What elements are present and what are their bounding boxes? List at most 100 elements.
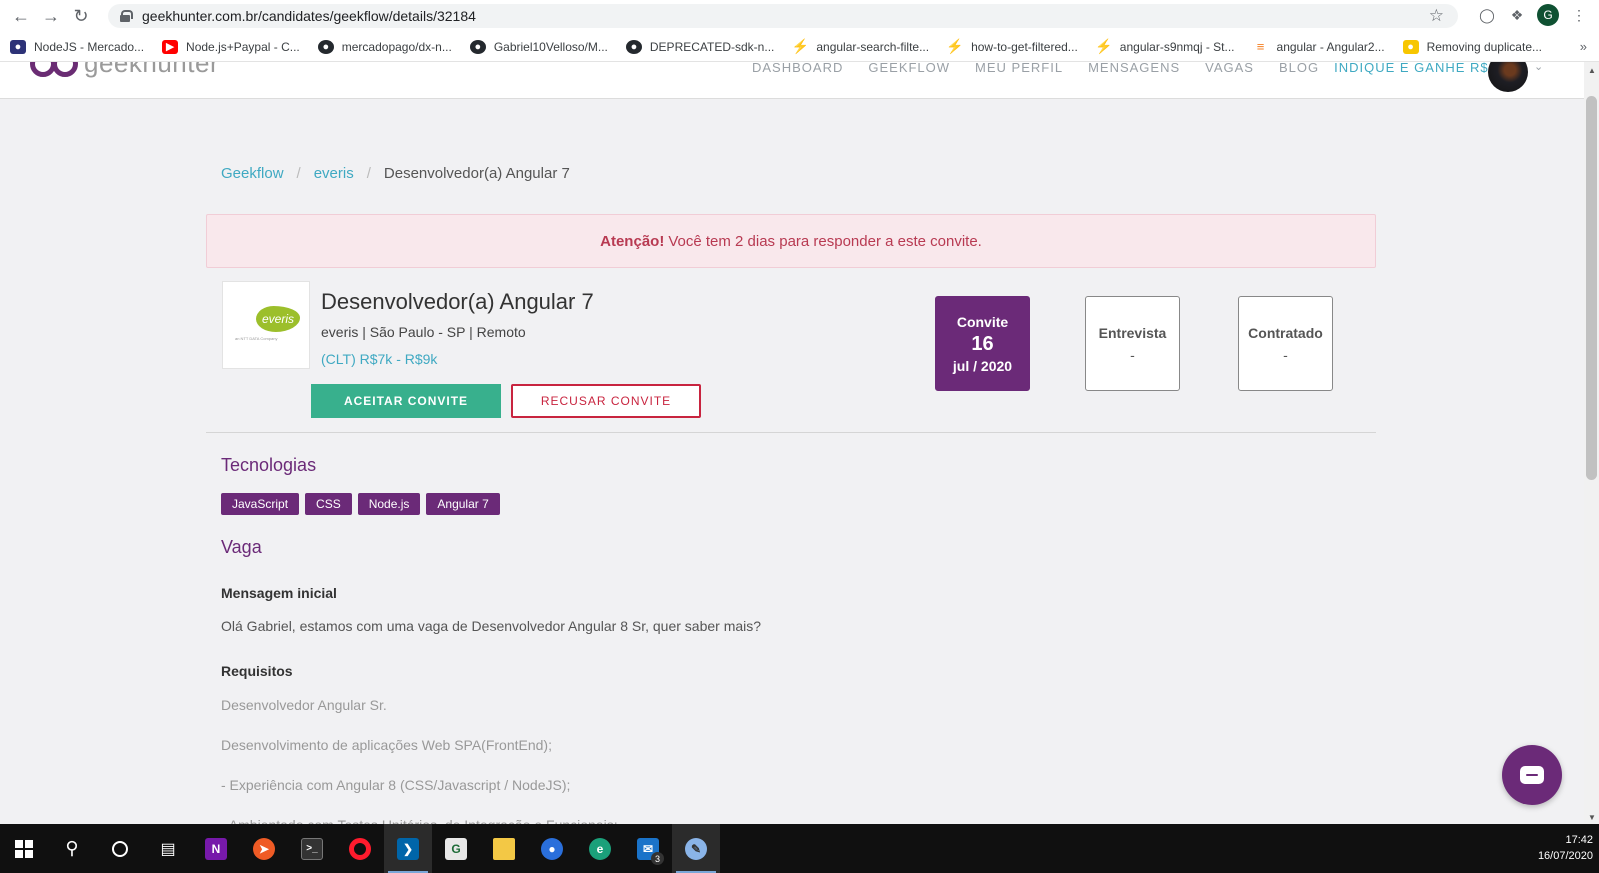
bookmark-item[interactable]: ● Removing duplicate... [1402,39,1542,54]
file-explorer-icon[interactable] [480,824,528,873]
document-icon[interactable]: G [432,824,480,873]
windows-taskbar: ⚲ ▤ N ➤ >_ ❯ G ● e ✉ 3 ✎ 17:42 16/07/202… [0,824,1599,873]
vaga-title: Vaga [221,537,262,557]
breadcrumb-separator: / [366,165,371,182]
mercadolibre-icon: ● [10,39,26,54]
site-header: geekhunter DASHBOARD GEEKFLOW MEU PERFIL… [0,62,1584,99]
tech-tag: Node.js [357,493,421,515]
nav-geekflow[interactable]: GEEKFLOW [868,62,950,75]
edge-icon[interactable]: e [576,824,624,873]
main-nav: DASHBOARD GEEKFLOW MEU PERFIL MENSAGENS … [752,62,1543,75]
youtube-icon: ▶ [162,39,179,54]
company-logo: everis an NTT DATA Company [222,281,310,369]
clock-date: 16/07/2020 [1537,850,1593,862]
bookmarks-bar: ● NodeJS - Mercado... ▶ Node.js+Paypal - C… [0,32,1599,62]
scroll-thumb[interactable] [1586,96,1597,480]
nav-meu-perfil[interactable]: MEU PERFIL [975,62,1063,75]
nav-vagas[interactable]: VAGAS [1205,62,1254,75]
windows-start-icon[interactable] [0,824,48,873]
onenote-icon[interactable]: N [192,824,240,873]
nav-dashboard[interactable]: DASHBOARD [752,62,843,75]
stackblitz-icon: ⚡ [791,38,810,54]
geekhunter-logo[interactable]: geekhunter [30,62,219,79]
user-avatar[interactable] [1488,62,1528,92]
stage-entrevista: Entrevista - [1085,296,1180,391]
breadcrumb-company[interactable]: everis [314,165,354,182]
bookmark-item[interactable]: ● mercadopago/dx-n... [317,39,452,54]
bookmark-label: how-to-get-filtered... [971,39,1078,54]
bookmark-item[interactable]: ≡ angular - Angular2... [1253,39,1385,54]
terminal-icon[interactable]: >_ [288,824,336,873]
task-view-icon[interactable]: ▤ [144,824,192,873]
tech-tag: JavaScript [221,493,300,515]
address-bar[interactable]: geekhunter.com.br/candidates/geekflow/de… [108,4,1458,28]
bookmark-item[interactable]: ⚡ angular-s9nmqj - St... [1095,38,1234,54]
bookmark-item[interactable]: ● NodeJS - Mercado... [10,39,144,54]
bookmark-label: Removing duplicate... [1426,39,1542,54]
technology-tags: JavaScript CSS Node.js Angular 7 [221,493,500,515]
breadcrumb-separator: / [296,165,301,182]
url-text: geekhunter.com.br/candidates/geekflow/de… [142,8,476,24]
vscode-icon[interactable]: ❯ [384,824,432,873]
stage-label: Contratado [1248,324,1323,341]
scroll-down-icon[interactable]: ▼ [1588,813,1596,822]
cortana-icon[interactable] [96,824,144,873]
logo-text: geekhunter [84,62,220,78]
mail-badge: 3 [651,852,664,865]
breadcrumb-geekflow[interactable]: Geekflow [221,165,284,182]
stackblitz-icon: ⚡ [946,38,964,54]
firefox-icon[interactable]: ● [528,824,576,873]
back-icon[interactable]: ← [6,1,36,31]
stackblitz-icon: ⚡ [1095,38,1113,54]
bookmark-item[interactable]: ● DEPRECATED-sdk-n... [625,39,774,54]
forward-icon[interactable]: → [36,1,66,31]
initial-message: Olá Gabriel, estamos com uma vaga de Des… [221,618,762,634]
section-divider [206,432,1376,433]
nav-blog[interactable]: BLOG [1279,62,1319,75]
github-icon: ● [469,39,486,54]
extension-icon[interactable]: ◯ [1477,5,1497,25]
requirements-title: Requisitos [221,663,293,679]
job-salary: (CLT) R$7k - R$9k [321,351,438,367]
stage-value: - [1283,346,1288,363]
profile-avatar[interactable]: G [1537,4,1559,26]
stage-value: - [1130,346,1135,363]
nav-mensagens[interactable]: MENSAGENS [1088,62,1180,75]
github-icon: ● [317,39,334,54]
bookmark-item[interactable]: ⚡ angular-search-filte... [791,38,929,54]
bookmark-item[interactable]: ▶ Node.js+Paypal - C... [162,39,300,54]
refuse-invite-button[interactable]: RECUSAR CONVITE [511,384,701,418]
bookmarks-overflow-icon[interactable]: » [1580,39,1587,54]
page-scrollbar[interactable]: ▲ ▼ [1584,62,1599,824]
scroll-up-icon[interactable]: ▲ [1588,66,1596,75]
breadcrumb-current: Desenvolvedor(a) Angular 7 [383,165,570,182]
paint-icon[interactable]: ✎ [672,824,720,873]
job-title: Desenvolvedor(a) Angular 7 [321,289,594,314]
logo-ring-icon [52,62,78,77]
stackoverflow-icon: ≡ [1256,39,1265,54]
postman-icon[interactable]: ➤ [240,824,288,873]
mail-icon[interactable]: ✉ 3 [624,824,672,873]
bookmark-item[interactable]: ⚡ how-to-get-filtered... [946,38,1078,54]
browser-toolbar: ← → ↻ geekhunter.com.br/candidates/geekf… [0,0,1599,32]
stage-convite: Convite 16 jul / 2020 [935,296,1030,391]
accept-invite-button[interactable]: ACEITAR CONVITE [311,384,501,418]
tech-tag: CSS [305,493,352,515]
bookmark-star-icon[interactable]: ☆ [1429,6,1444,26]
chat-widget-button[interactable] [1502,745,1562,805]
tech-tag: Angular 7 [426,493,500,515]
company-logo-mark: everis [256,306,300,332]
bookmark-item[interactable]: ● Gabriel10Velloso/M... [469,39,608,54]
opera-icon[interactable] [336,824,384,873]
bookmark-label: angular - Angular2... [1276,39,1385,54]
menu-kebab-icon[interactable]: ⋮ [1569,5,1589,25]
system-clock[interactable]: 17:42 16/07/2020 [1538,832,1593,864]
bookmark-label: Node.js+Paypal - C... [186,39,300,54]
github-icon: ● [625,39,642,54]
reload-icon[interactable]: ↻ [66,1,96,31]
company-logo-subtitle: an NTT DATA Company [235,336,278,341]
chevron-down-icon[interactable]: ⌄ [1534,62,1543,73]
puzzle-icon[interactable]: ❖ [1507,5,1527,25]
search-icon[interactable]: ⚲ [48,824,96,873]
clock-time: 17:42 [1565,834,1593,846]
